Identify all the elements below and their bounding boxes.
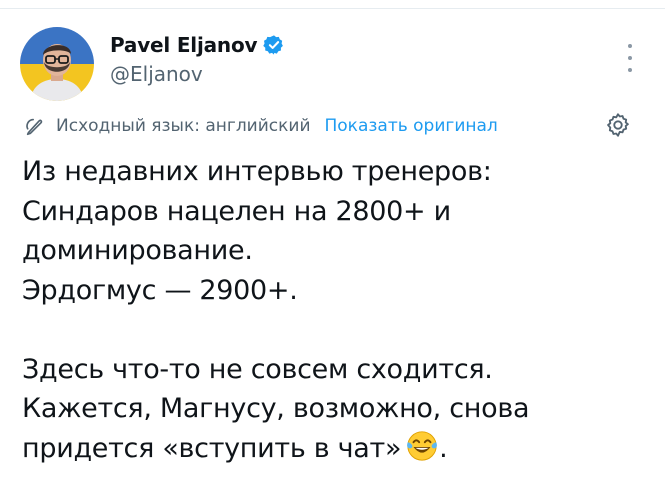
translation-bar: Исходный язык: английский Показать ориги… (24, 113, 498, 139)
tweet-line: Кажется, Магнусу, возможно, снова (22, 393, 530, 424)
tweet-line: Здесь что-то не совсем сходится. (22, 353, 493, 385)
author-display-name[interactable]: Pavel Eljanov (110, 33, 258, 57)
show-original-link[interactable]: Показать оригинал (325, 116, 498, 136)
more-options-button[interactable] (620, 44, 640, 72)
source-language-label: Исходный язык: английский (56, 116, 311, 136)
more-options-icon-dot (628, 68, 632, 72)
top-divider (0, 8, 665, 9)
author-handle[interactable]: @Eljanov (110, 62, 203, 86)
avatar-image (20, 27, 94, 101)
tweet-last-line: придется «вступить в чат» . (22, 429, 642, 469)
tweet-line-text: придется «вступить в чат» (22, 432, 402, 464)
author-name-row[interactable]: Pavel Eljanov (110, 31, 285, 59)
tweet-line: Из недавних интервью тренеров: (22, 156, 492, 187)
more-options-icon (628, 44, 632, 48)
translate-icon (26, 118, 43, 136)
verified-badge-icon (263, 35, 284, 55)
tweet-trailing-period: . (439, 432, 448, 464)
face-with-tears-of-joy-icon (407, 430, 438, 461)
more-options-icon-dot (628, 56, 632, 60)
tweet-text: Из недавних интервью тренеров: Синдаров … (22, 152, 642, 468)
settings-gear-icon[interactable] (604, 111, 632, 139)
avatar[interactable] (20, 27, 94, 101)
tweet-line: доминирование. (22, 235, 253, 266)
tweet-line: Эрдогмус — 2900+. (22, 274, 298, 306)
tweet-line: Синдаров нацелен на 2800+ и (22, 195, 451, 227)
